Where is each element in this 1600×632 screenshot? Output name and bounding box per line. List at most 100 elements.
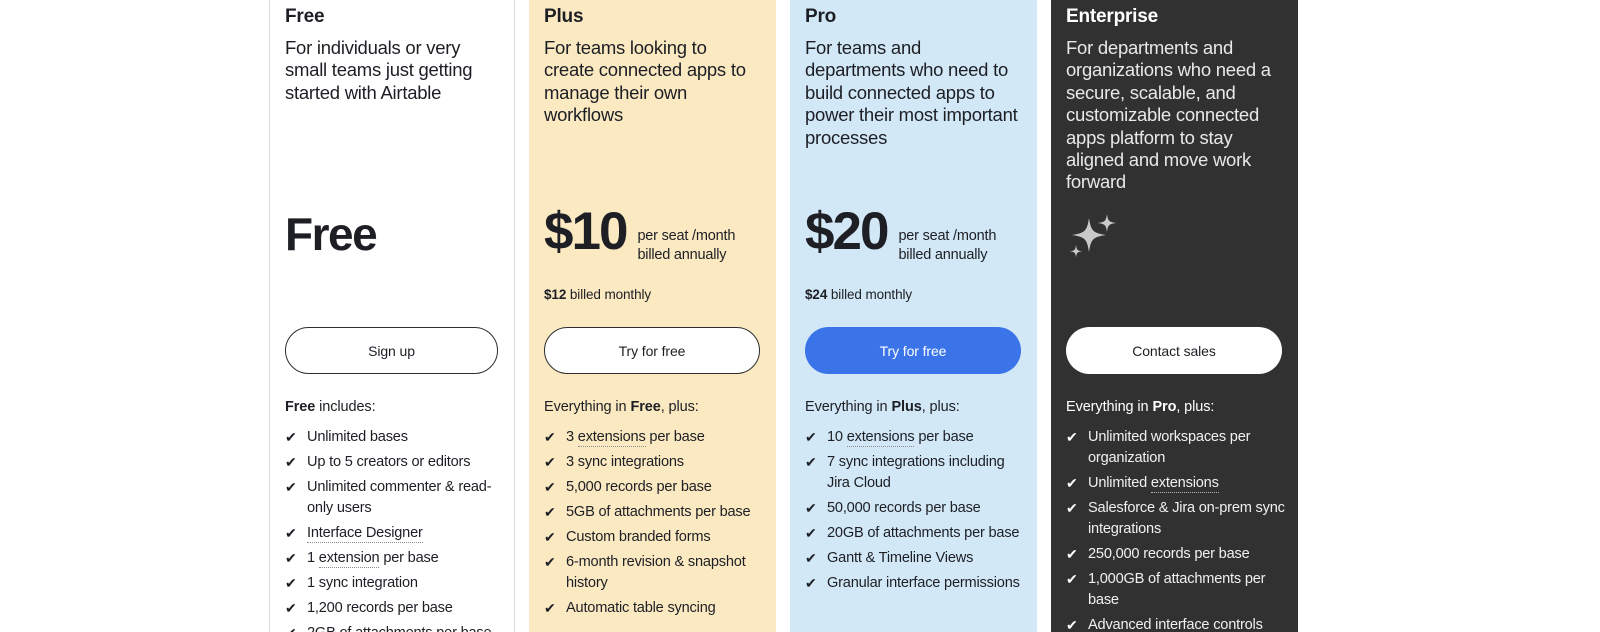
glossary-term[interactable]: extensions — [846, 429, 915, 447]
price-monthly-amount-pro: $24 — [805, 287, 828, 302]
feature-label: 1,000GB of attachments per base — [1088, 571, 1266, 608]
cta-wrap-pro: Try for free — [805, 327, 1021, 374]
feature-label: 10 extensions per base — [827, 429, 974, 447]
feature-label: Unlimited commenter & read-only users — [307, 479, 492, 516]
feature-item: ✔ Unlimited commenter & read-only users — [285, 477, 504, 519]
feature-item: ✔ Custom branded forms — [544, 527, 766, 548]
feature-item: ✔ 1 sync integration — [285, 573, 504, 594]
glossary-term[interactable]: Interface Designer — [307, 525, 423, 543]
check-icon: ✔ — [285, 454, 297, 470]
plan-title-plus: Plus — [544, 6, 584, 27]
features-heading-prefix-pro: Everything in — [805, 399, 892, 415]
price-amount-pro: $20 — [805, 202, 889, 261]
check-icon: ✔ — [1066, 429, 1078, 445]
check-icon: ✔ — [544, 529, 556, 545]
feature-item: ✔ Unlimited workspaces per organization — [1066, 427, 1288, 469]
plan-title-enterprise: Enterprise — [1066, 6, 1158, 27]
plan-description-plus: For teams looking to create connected ap… — [544, 37, 746, 126]
feature-label: 250,000 records per base — [1088, 546, 1250, 562]
check-icon: ✔ — [1066, 500, 1078, 516]
feature-item: ✔ 1,000GB of attachments per base — [1066, 569, 1288, 611]
check-icon: ✔ — [805, 525, 817, 541]
check-icon: ✔ — [544, 504, 556, 520]
plan-description-free: For individuals or very small teams just… — [285, 37, 473, 103]
features-heading-plan-plus: Free — [630, 399, 661, 415]
cta-wrap-plus: Try for free — [544, 327, 760, 374]
price-amount-free: Free — [285, 208, 378, 260]
glossary-term[interactable]: extension — [318, 550, 380, 568]
feature-label: 5,000 records per base — [566, 479, 712, 495]
feature-item: ✔ 5,000 records per base — [544, 477, 766, 498]
features-heading-plan-enterprise: Pro — [1152, 399, 1177, 415]
features-heading-plan-pro: Plus — [891, 399, 922, 415]
price-block-plus: $10 per seat /month billed annually $12 … — [544, 203, 760, 303]
feature-list-pro: ✔ 10 extensions per base ✔ 7 sync integrati… — [805, 427, 1027, 594]
check-icon: ✔ — [285, 575, 297, 591]
contact-sales-button[interactable]: Contact sales — [1066, 327, 1282, 374]
feature-label: 1,200 records per base — [307, 600, 453, 616]
check-icon: ✔ — [805, 575, 817, 591]
feature-label: Unlimited extensions — [1088, 475, 1219, 493]
feature-item: ✔ Automatic table syncing — [544, 598, 766, 619]
glossary-term[interactable]: extensions — [1150, 475, 1219, 493]
try-free-button-plus[interactable]: Try for free — [544, 327, 760, 374]
cta-wrap-free: Sign up — [285, 327, 498, 374]
feature-label: Up to 5 creators or editors — [307, 454, 471, 470]
price-amount-plus: $10 — [544, 202, 628, 261]
feature-label: 1 extension per base — [307, 550, 439, 568]
features-heading-free: Free includes: — [285, 398, 504, 416]
feature-item: ✔ 20GB of attachments per base — [805, 523, 1027, 544]
glossary-term[interactable]: extensions — [577, 429, 646, 447]
check-icon: ✔ — [285, 550, 297, 566]
check-icon: ✔ — [1066, 571, 1078, 587]
feature-item: ✔ 3 sync integrations — [544, 452, 766, 473]
price-unit-plus: per seat /month billed annually — [637, 228, 736, 263]
feature-item: ✔ 250,000 records per base — [1066, 544, 1288, 565]
try-free-button-pro[interactable]: Try for free — [805, 327, 1021, 374]
left-gutter — [0, 0, 269, 632]
feature-label: Granular interface permissions — [827, 575, 1020, 591]
feature-item: ✔ 7 sync integrations including Jira Clou… — [805, 452, 1027, 494]
check-icon: ✔ — [1066, 617, 1078, 632]
features-enterprise: Everything in Pro, plus: ✔ Unlimited work… — [1066, 398, 1288, 632]
feature-label: 5GB of attachments per base — [566, 504, 751, 520]
check-icon: ✔ — [805, 454, 817, 470]
check-icon: ✔ — [285, 525, 297, 541]
check-icon: ✔ — [1066, 475, 1078, 491]
feature-label: 20GB of attachments per base — [827, 525, 1020, 541]
feature-item: ✔ Unlimited extensions — [1066, 473, 1288, 494]
features-heading-pro: Everything in Plus, plus: — [805, 398, 1027, 416]
feature-item: ✔ 2GB of attachments per base — [285, 623, 504, 632]
features-heading-suffix-enterprise: , plus: — [1176, 399, 1215, 415]
right-gutter — [1298, 0, 1600, 632]
check-icon: ✔ — [544, 429, 556, 445]
feature-label: Advanced interface controls — [1088, 617, 1263, 632]
feature-item: ✔ Salesforce & Jira on-prem sync integrat… — [1066, 498, 1288, 540]
check-icon: ✔ — [805, 500, 817, 516]
feature-label: Unlimited workspaces per organization — [1088, 429, 1251, 466]
feature-list-plus: ✔ 3 extensions per base ✔ 3 sync integratio… — [544, 427, 766, 619]
features-plus: Everything in Free, plus: ✔ 3 extensions … — [544, 398, 766, 632]
price-unit-pro: per seat /month billed annually — [898, 228, 997, 263]
plan-card-enterprise: Enterprise For departments and organizat… — [1051, 0, 1298, 632]
feature-label: 3 extensions per base — [566, 429, 705, 447]
feature-item: ✔ 1,200 records per base — [285, 598, 504, 619]
features-free: Free includes: ✔ Unlimited bases ✔ Up to 5 … — [285, 398, 504, 632]
feature-item: ✔ Granular interface permissions — [805, 573, 1027, 594]
check-icon: ✔ — [1066, 546, 1078, 562]
plan-description-enterprise: For departments and organizations who ne… — [1066, 37, 1271, 193]
feature-item: ✔ Gantt & Timeline Views — [805, 548, 1027, 569]
feature-item: ✔ Advanced interface controls — [1066, 615, 1288, 632]
price-monthly-suffix-plus: billed monthly — [566, 287, 652, 302]
price-block-pro: $20 per seat /month billed annually $24 … — [805, 203, 1021, 303]
check-icon: ✔ — [285, 623, 302, 632]
feature-label: 3 sync integrations — [566, 454, 684, 470]
features-heading-plus: Everything in Free, plus: — [544, 398, 766, 416]
plan-description-pro: For teams and departments who need to bu… — [805, 37, 1018, 148]
price-monthly-suffix-pro: billed monthly — [827, 287, 913, 302]
feature-list-free: ✔ Unlimited bases ✔ Up to 5 creators or edi… — [285, 427, 504, 632]
cta-wrap-enterprise: Contact sales — [1066, 327, 1282, 374]
signup-button[interactable]: Sign up — [285, 327, 498, 374]
price-monthly-plus: $12 billed monthly — [544, 287, 760, 302]
price-block-free: Free — [285, 203, 498, 303]
